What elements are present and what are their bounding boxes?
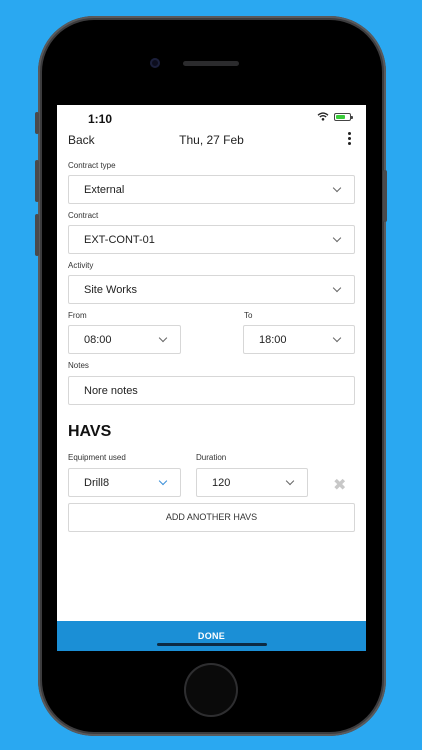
chevron-down-icon <box>332 333 342 343</box>
chevron-down-icon <box>332 183 342 193</box>
add-another-havs-button[interactable]: ADD ANOTHER HAVS <box>68 503 355 532</box>
chevron-down-icon <box>332 233 342 243</box>
activity-select[interactable]: Site Works <box>68 275 355 304</box>
more-options-icon[interactable] <box>346 132 352 146</box>
duration-select[interactable]: 120 <box>196 468 308 497</box>
chevron-down-icon <box>158 476 168 486</box>
equipment-label: Equipment used <box>68 453 126 462</box>
mute-switch <box>35 112 39 134</box>
done-button[interactable]: DONE <box>57 621 366 651</box>
activity-value: Site Works <box>84 284 137 296</box>
status-bar: 1:10 <box>57 105 366 129</box>
contract-label: Contract <box>68 211 99 220</box>
notes-label: Notes <box>68 361 89 370</box>
equipment-value: Drill8 <box>84 477 110 489</box>
page-title: Thu, 27 Feb <box>179 133 244 147</box>
activity-label: Activity <box>68 261 94 270</box>
power-button <box>383 170 387 222</box>
home-indicator <box>157 643 267 646</box>
to-time-select[interactable]: 18:00 <box>243 325 355 354</box>
wifi-icon <box>317 112 329 121</box>
from-label: From <box>68 311 87 320</box>
duration-label: Duration <box>196 453 227 462</box>
nav-bar: Back Thu, 27 Feb <box>57 129 366 153</box>
front-camera <box>150 58 160 68</box>
notes-value: Nore notes <box>84 385 138 397</box>
contract-type-value: External <box>84 184 125 196</box>
app-screen: 1:10 Back Thu, 27 Feb Contract type Exte… <box>57 105 366 651</box>
from-time-select[interactable]: 08:00 <box>68 325 181 354</box>
contract-value: EXT-CONT-01 <box>84 234 155 246</box>
chevron-down-icon <box>332 283 342 293</box>
earpiece-speaker <box>183 61 239 66</box>
status-icons <box>317 112 353 121</box>
home-button[interactable] <box>184 663 238 717</box>
battery-icon <box>334 112 353 121</box>
chevron-down-icon <box>158 333 168 343</box>
contract-type-label: Contract type <box>68 161 116 170</box>
notes-field[interactable]: Nore notes <box>68 376 355 405</box>
status-time: 1:10 <box>88 112 113 126</box>
to-time-value: 18:00 <box>259 334 287 346</box>
contract-type-select[interactable]: External <box>68 175 355 204</box>
havs-title: HAVS <box>68 423 112 440</box>
duration-value: 120 <box>212 477 231 489</box>
contract-select[interactable]: EXT-CONT-01 <box>68 225 355 254</box>
volume-up-button <box>35 160 39 202</box>
volume-down-button <box>35 214 39 256</box>
close-icon[interactable]: ✖ <box>333 475 346 495</box>
from-time-value: 08:00 <box>84 334 112 346</box>
chevron-down-icon <box>285 476 295 486</box>
equipment-select[interactable]: Drill8 <box>68 468 181 497</box>
to-label: To <box>244 311 253 320</box>
